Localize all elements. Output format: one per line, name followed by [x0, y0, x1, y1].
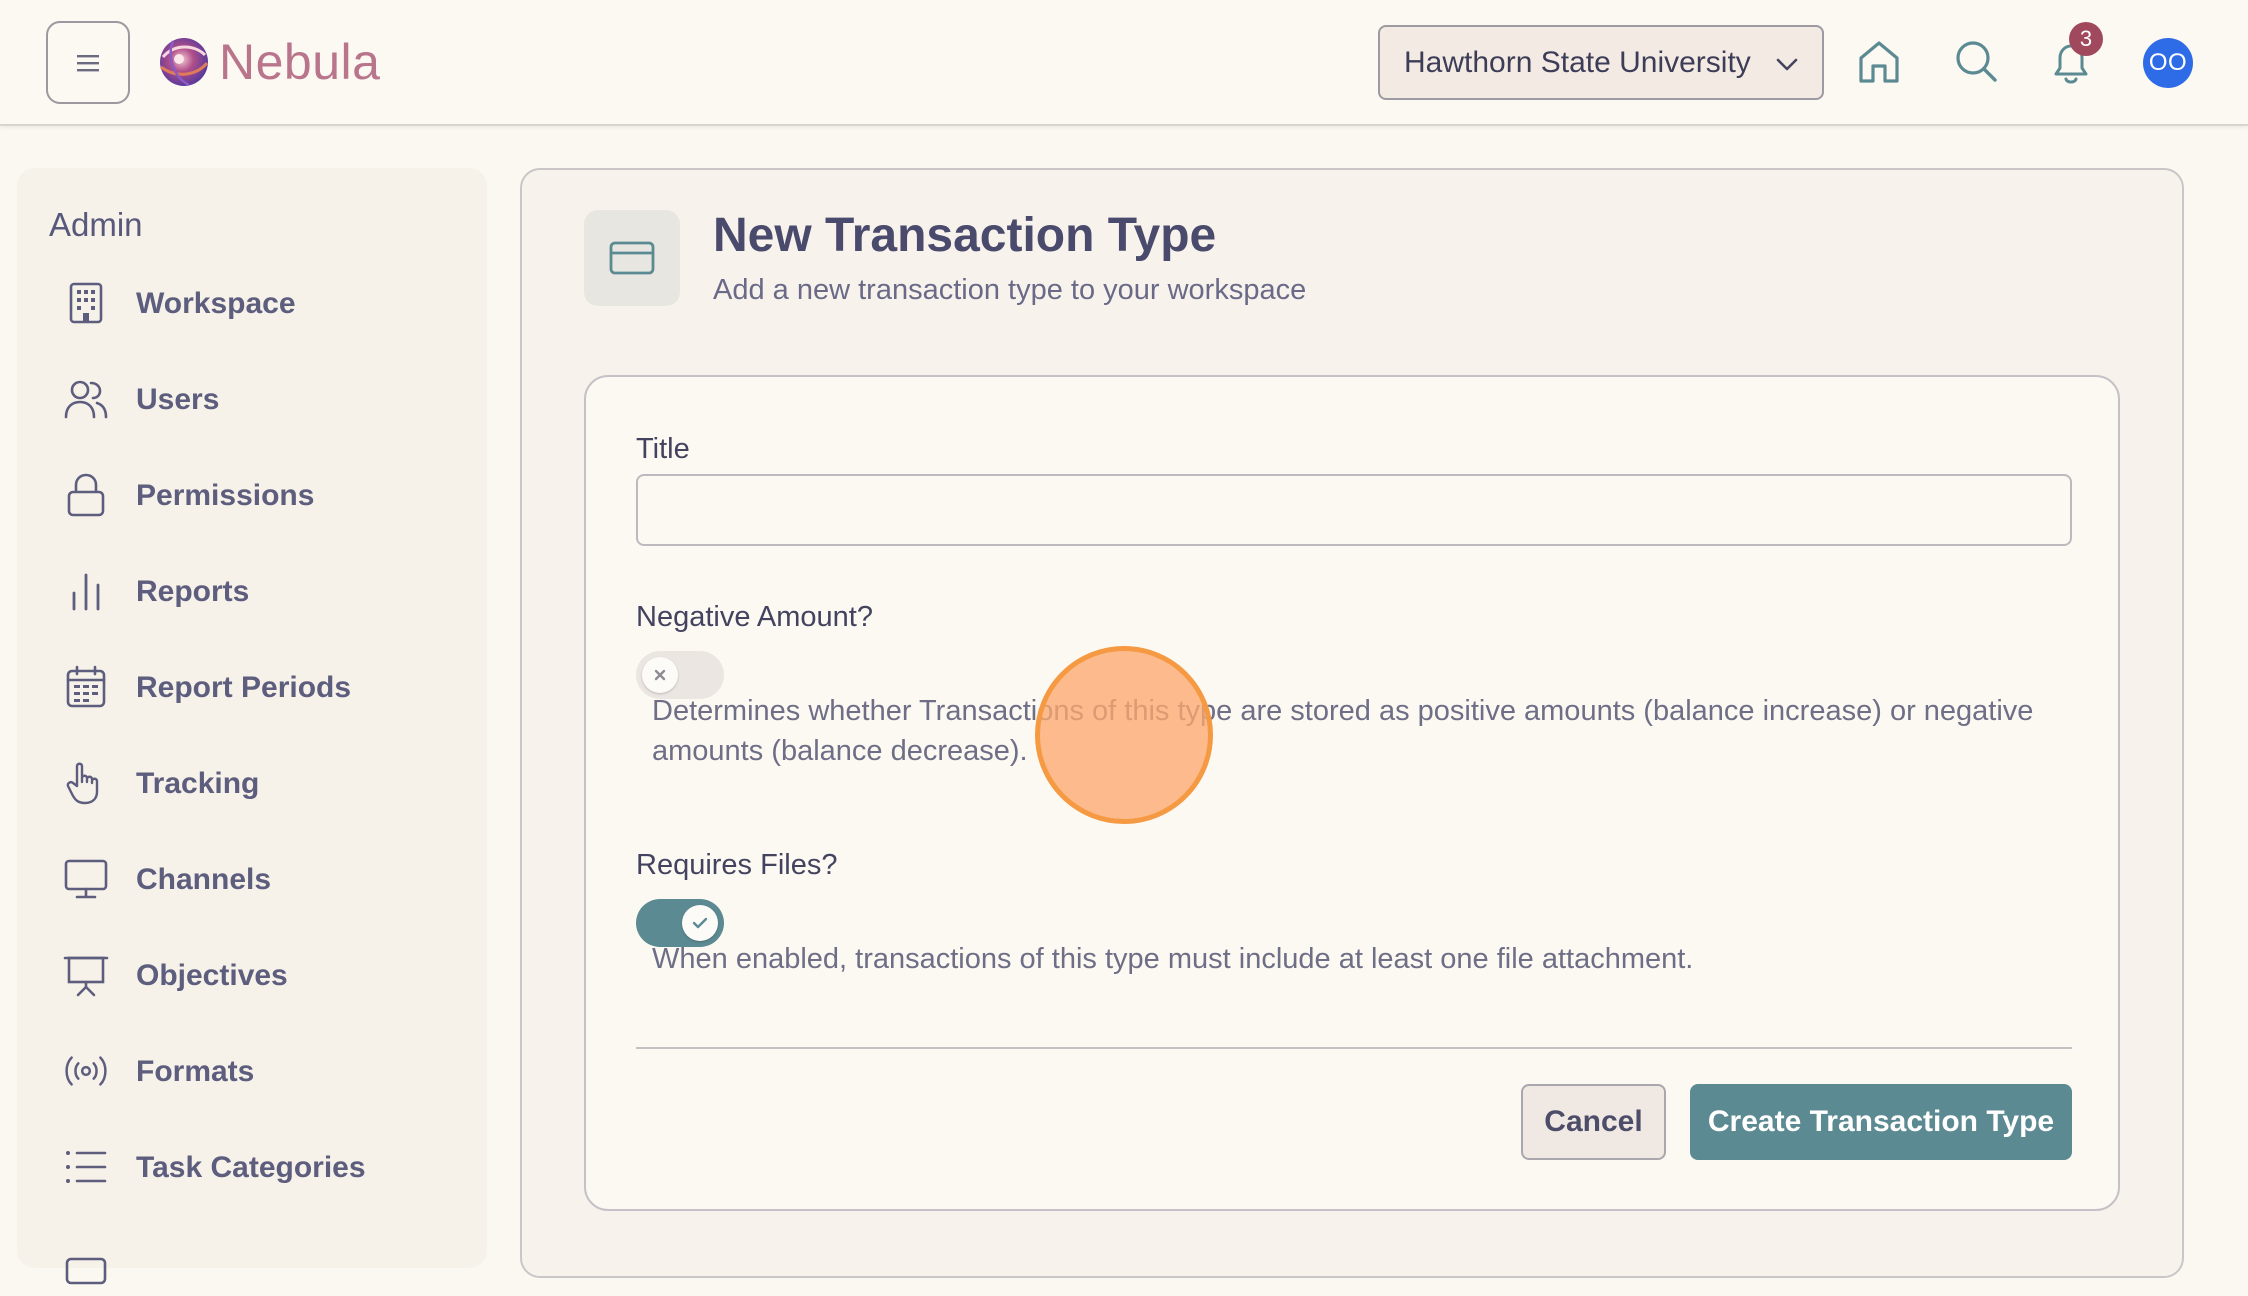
organization-name: Hawthorn State University: [1404, 45, 1751, 79]
top-navigation-bar: Nebula Hawthorn State University 3 OO: [0, 0, 2248, 126]
sidebar-item-partial[interactable]: [17, 1230, 487, 1296]
cancel-button[interactable]: Cancel: [1521, 1084, 1666, 1160]
broadcast-icon: [65, 1056, 107, 1086]
page-title-icon-container: [584, 210, 680, 306]
chevron-down-icon: [1776, 58, 1798, 71]
calendar-icon: [66, 665, 106, 708]
negative-amount-label: Negative Amount?: [636, 601, 873, 633]
sidebar-item-label: Objectives: [136, 959, 288, 992]
requires-files-help: When enabled, transactions of this type …: [652, 943, 1694, 975]
nebula-logo-icon: [160, 38, 209, 87]
credit-card-icon: [609, 241, 655, 275]
list-icon: [66, 1151, 107, 1183]
sidebar-item-tracking[interactable]: Tracking: [17, 750, 487, 816]
menu-toggle-button[interactable]: [46, 21, 130, 104]
app-logo[interactable]: Nebula: [155, 33, 380, 91]
requires-files-label: Requires Files?: [636, 849, 838, 881]
sidebar-item-task-categories[interactable]: Task Categories: [17, 1134, 487, 1200]
main-content-panel: New Transaction Type Add a new transacti…: [520, 168, 2184, 1278]
sidebar-item-permissions[interactable]: Permissions: [17, 462, 487, 528]
toggle-knob: [642, 657, 678, 693]
building-icon: [69, 282, 103, 324]
x-icon: [654, 669, 666, 681]
sidebar-item-label: Users: [136, 383, 220, 416]
hamburger-icon: [77, 54, 99, 71]
sidebar-item-objectives[interactable]: Objectives: [17, 942, 487, 1008]
sidebar-heading: Admin: [49, 206, 143, 243]
admin-sidebar: Admin Workspace Users Permissions Report…: [17, 168, 487, 1285]
bar-chart-icon: [72, 573, 100, 611]
sidebar-item-label: Permissions: [136, 479, 315, 512]
user-avatar[interactable]: OO: [2143, 38, 2193, 88]
lock-icon: [67, 473, 105, 517]
sidebar-item-label: Task Categories: [136, 1151, 366, 1184]
sidebar-item-users[interactable]: Users: [17, 366, 487, 432]
page-title: New Transaction Type: [713, 209, 1217, 262]
form-divider: [636, 1047, 2072, 1049]
monitor-icon: [64, 859, 108, 899]
page-subtitle: Add a new transaction type to your works…: [713, 274, 1307, 306]
users-icon: [64, 380, 108, 419]
pointer-hand-icon: [66, 762, 99, 805]
sidebar-item-label: Formats: [136, 1055, 255, 1088]
negative-amount-help: Determines whether Transactions of this …: [652, 695, 2034, 767]
sidebar-item-label: Report Periods: [136, 671, 352, 704]
check-icon: [692, 917, 708, 929]
sidebar-item-reports[interactable]: Reports: [17, 558, 487, 624]
organization-select[interactable]: Hawthorn State University: [1378, 25, 1824, 100]
cursor-highlight: [1035, 646, 1213, 824]
sidebar-item-label: Reports: [136, 575, 250, 608]
app-name: Nebula: [219, 34, 381, 90]
transaction-type-form: Title Negative Amount? Determines whethe…: [584, 375, 2120, 1211]
sidebar-item-channels[interactable]: Channels: [17, 846, 487, 912]
sidebar-item-label: Channels: [136, 863, 272, 896]
title-input[interactable]: [636, 474, 2072, 546]
sidebar-item-workspace[interactable]: Workspace: [17, 270, 487, 336]
notification-count-badge: 3: [2069, 22, 2103, 56]
create-transaction-type-button[interactable]: Create Transaction Type: [1690, 1084, 2072, 1160]
search-icon[interactable]: [1953, 38, 1999, 86]
title-field-label: Title: [636, 433, 690, 465]
home-icon[interactable]: [1856, 38, 1902, 86]
sidebar-item-label: Tracking: [136, 767, 260, 800]
sidebar-item-formats[interactable]: Formats: [17, 1038, 487, 1104]
toggle-knob: [682, 905, 718, 941]
sidebar-item-report-periods[interactable]: Report Periods: [17, 654, 487, 720]
document-icon: [65, 1257, 107, 1285]
sidebar-item-label: Workspace: [136, 287, 296, 320]
presentation-icon: [63, 956, 109, 997]
